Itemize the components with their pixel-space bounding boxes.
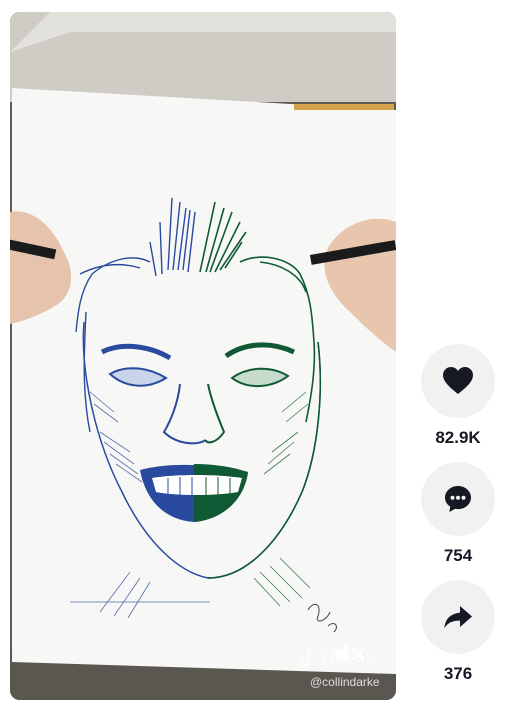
share-count: 376 [443,664,473,683]
comment-action: 754 [418,462,498,568]
like-count: 82.9K [435,428,481,447]
comment-count: 754 [443,546,473,565]
video-frame [10,12,396,700]
action-bar: 82.9K 754 376 [418,344,498,686]
creator-handle: @collindarke [310,675,380,689]
speaker-muted-icon [335,644,365,664]
comment-button[interactable] [421,462,495,536]
mute-button[interactable] [332,640,366,668]
heart-icon [443,367,473,394]
share-action: 376 [418,580,498,686]
share-icon [444,606,472,628]
tiktok-logo-icon [299,649,315,667]
like-action: 82.9K [418,344,498,450]
like-button[interactable] [421,344,495,418]
share-button[interactable] [421,580,495,654]
comment-icon [445,486,471,512]
video-player[interactable]: TikTok @collindarke [10,12,396,700]
